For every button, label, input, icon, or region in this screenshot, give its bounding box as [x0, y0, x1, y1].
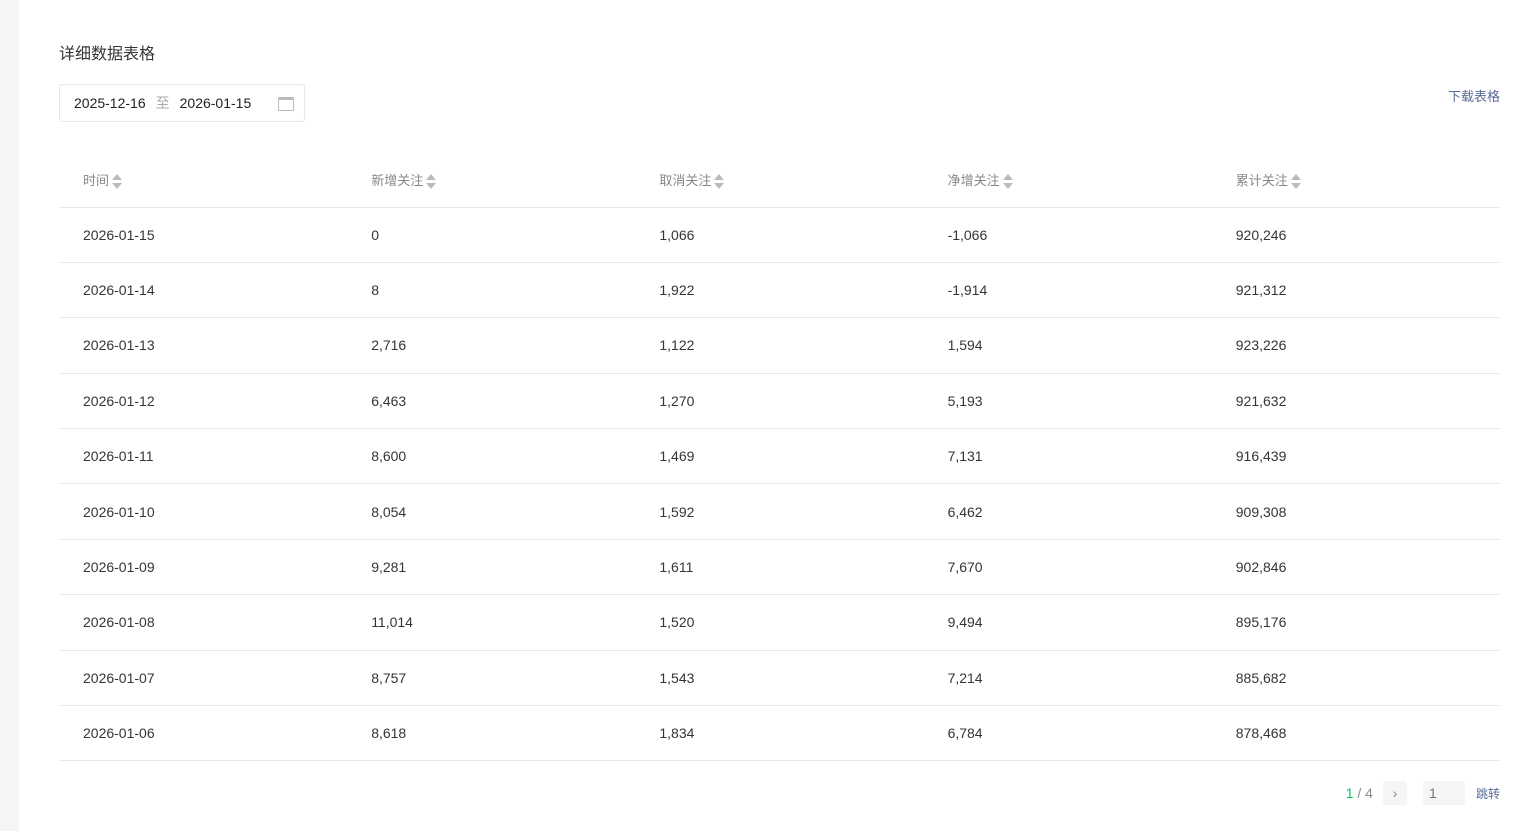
- table-cell: 2026-01-07: [59, 650, 348, 707]
- table-cell: 9,494: [923, 594, 1212, 651]
- data-table-panel: 详细数据表格 2025-12-16 至 2026-01-15 下载表格 时间 新增…: [19, 0, 1525, 831]
- table-cell: 2026-01-15: [59, 207, 348, 263]
- table-cell: 1,594: [923, 317, 1212, 374]
- table-row: 2026-01-15 0 1,066 -1,066 920,246: [59, 207, 1500, 263]
- table-cell: 1,122: [635, 317, 924, 374]
- table-cell: 921,632: [1211, 373, 1500, 430]
- table-cell: 7,131: [923, 428, 1212, 485]
- table-cell: 6,463: [347, 373, 636, 430]
- table-cell: 1,922: [635, 262, 924, 319]
- column-header-label: 取消关注: [659, 173, 712, 189]
- column-header-label: 净增关注: [947, 173, 1000, 189]
- sort-icon[interactable]: [1002, 174, 1013, 190]
- table-row: 2026-01-07 8,757 1,543 7,214 885,682: [59, 650, 1500, 707]
- table-cell: 8: [347, 262, 636, 319]
- column-header-label: 累计关注: [1235, 173, 1288, 189]
- table-cell: 895,176: [1211, 594, 1500, 651]
- table-cell: 8,757: [347, 650, 636, 707]
- table-cell: 6,784: [923, 705, 1212, 762]
- table-cell: 2026-01-08: [59, 594, 348, 651]
- date-range-picker[interactable]: 2025-12-16 至 2026-01-15: [59, 84, 305, 122]
- table-cell: 5,193: [923, 373, 1212, 430]
- column-header[interactable]: 时间: [59, 154, 348, 208]
- table-cell: 0: [347, 207, 636, 263]
- table-cell: 2026-01-12: [59, 373, 348, 430]
- table-cell: 878,468: [1211, 705, 1500, 762]
- table-row: 2026-01-10 8,054 1,592 6,462 909,308: [59, 483, 1500, 540]
- table-cell: 2026-01-14: [59, 262, 348, 319]
- table-cell: 923,226: [1211, 317, 1500, 374]
- table-cell: 8,600: [347, 428, 636, 485]
- current-page: 1: [1345, 785, 1354, 801]
- table-row: 2026-01-09 9,281 1,611 7,670 902,846: [59, 539, 1500, 596]
- table-cell: 1,520: [635, 594, 924, 651]
- table-row: 2026-01-13 2,716 1,122 1,594 923,226: [59, 317, 1500, 374]
- table-cell: 6,462: [923, 483, 1212, 540]
- range-separator: 至: [155, 95, 170, 111]
- table-row: 2026-01-06 8,618 1,834 6,784 878,468: [59, 705, 1500, 762]
- table-cell: 902,846: [1211, 539, 1500, 596]
- table-cell: 1,270: [635, 373, 924, 430]
- table-cell: 8,618: [347, 705, 636, 762]
- table-cell: 7,214: [923, 650, 1212, 707]
- table-cell: 9,281: [347, 539, 636, 596]
- table-cell: 7,670: [923, 539, 1212, 596]
- table-cell: 1,834: [635, 705, 924, 762]
- column-header[interactable]: 新增关注: [347, 154, 636, 208]
- table-cell: 2026-01-10: [59, 483, 348, 540]
- table-cell: 8,054: [347, 483, 636, 540]
- table-row: 2026-01-14 8 1,922 -1,914 921,312: [59, 262, 1500, 319]
- jump-button[interactable]: 跳转: [1476, 785, 1500, 802]
- pagination: 1 / 4 › 跳转: [1346, 781, 1500, 805]
- table-row: 2026-01-08 11,014 1,520 9,494 895,176: [59, 594, 1500, 651]
- column-header[interactable]: 净增关注: [923, 154, 1212, 208]
- table-cell: 1,592: [635, 483, 924, 540]
- table-row: 2026-01-12 6,463 1,270 5,193 921,632: [59, 373, 1500, 430]
- download-table-link[interactable]: 下载表格: [1448, 86, 1500, 105]
- next-page-button[interactable]: ›: [1382, 781, 1407, 805]
- table-cell: -1,066: [923, 207, 1212, 263]
- table-cell: 2026-01-06: [59, 705, 348, 762]
- end-date: 2026-01-15: [179, 95, 252, 111]
- table-cell: -1,914: [923, 262, 1212, 319]
- table-cell: 2,716: [347, 317, 636, 374]
- sort-icon[interactable]: [714, 174, 725, 190]
- table-cell: 909,308: [1211, 483, 1500, 540]
- table-cell: 1,469: [635, 428, 924, 485]
- calendar-icon[interactable]: [278, 97, 294, 111]
- start-date: 2025-12-16: [74, 95, 146, 111]
- table-row: 2026-01-11 8,600 1,469 7,131 916,439: [59, 428, 1500, 485]
- section-title: 详细数据表格: [59, 46, 156, 63]
- table-cell: 2026-01-09: [59, 539, 348, 596]
- sort-icon[interactable]: [426, 174, 437, 190]
- table-cell: 1,066: [635, 207, 924, 263]
- table-cell: 1,543: [635, 650, 924, 707]
- table-cell: 2026-01-13: [59, 317, 348, 374]
- data-table: 时间 新增关注 取消关注 净增关注 累计关注 2026-01-15 0 1,066 -1,06…: [59, 154, 1500, 762]
- sort-icon[interactable]: [1290, 174, 1301, 190]
- page-jump-input[interactable]: [1422, 781, 1465, 805]
- table-cell: 885,682: [1211, 650, 1500, 707]
- table-cell: 1,611: [635, 539, 924, 596]
- table-cell: 921,312: [1211, 262, 1500, 319]
- column-header-label: 时间: [83, 173, 110, 189]
- column-header[interactable]: 累计关注: [1211, 154, 1500, 208]
- column-header[interactable]: 取消关注: [635, 154, 924, 208]
- sort-icon[interactable]: [112, 174, 123, 190]
- table-cell: 920,246: [1211, 207, 1500, 263]
- total-pages: / 4: [1357, 785, 1373, 801]
- table-cell: 11,014: [347, 594, 636, 651]
- table-cell: 916,439: [1211, 428, 1500, 485]
- column-header-label: 新增关注: [371, 173, 424, 189]
- table-cell: 2026-01-11: [59, 428, 348, 485]
